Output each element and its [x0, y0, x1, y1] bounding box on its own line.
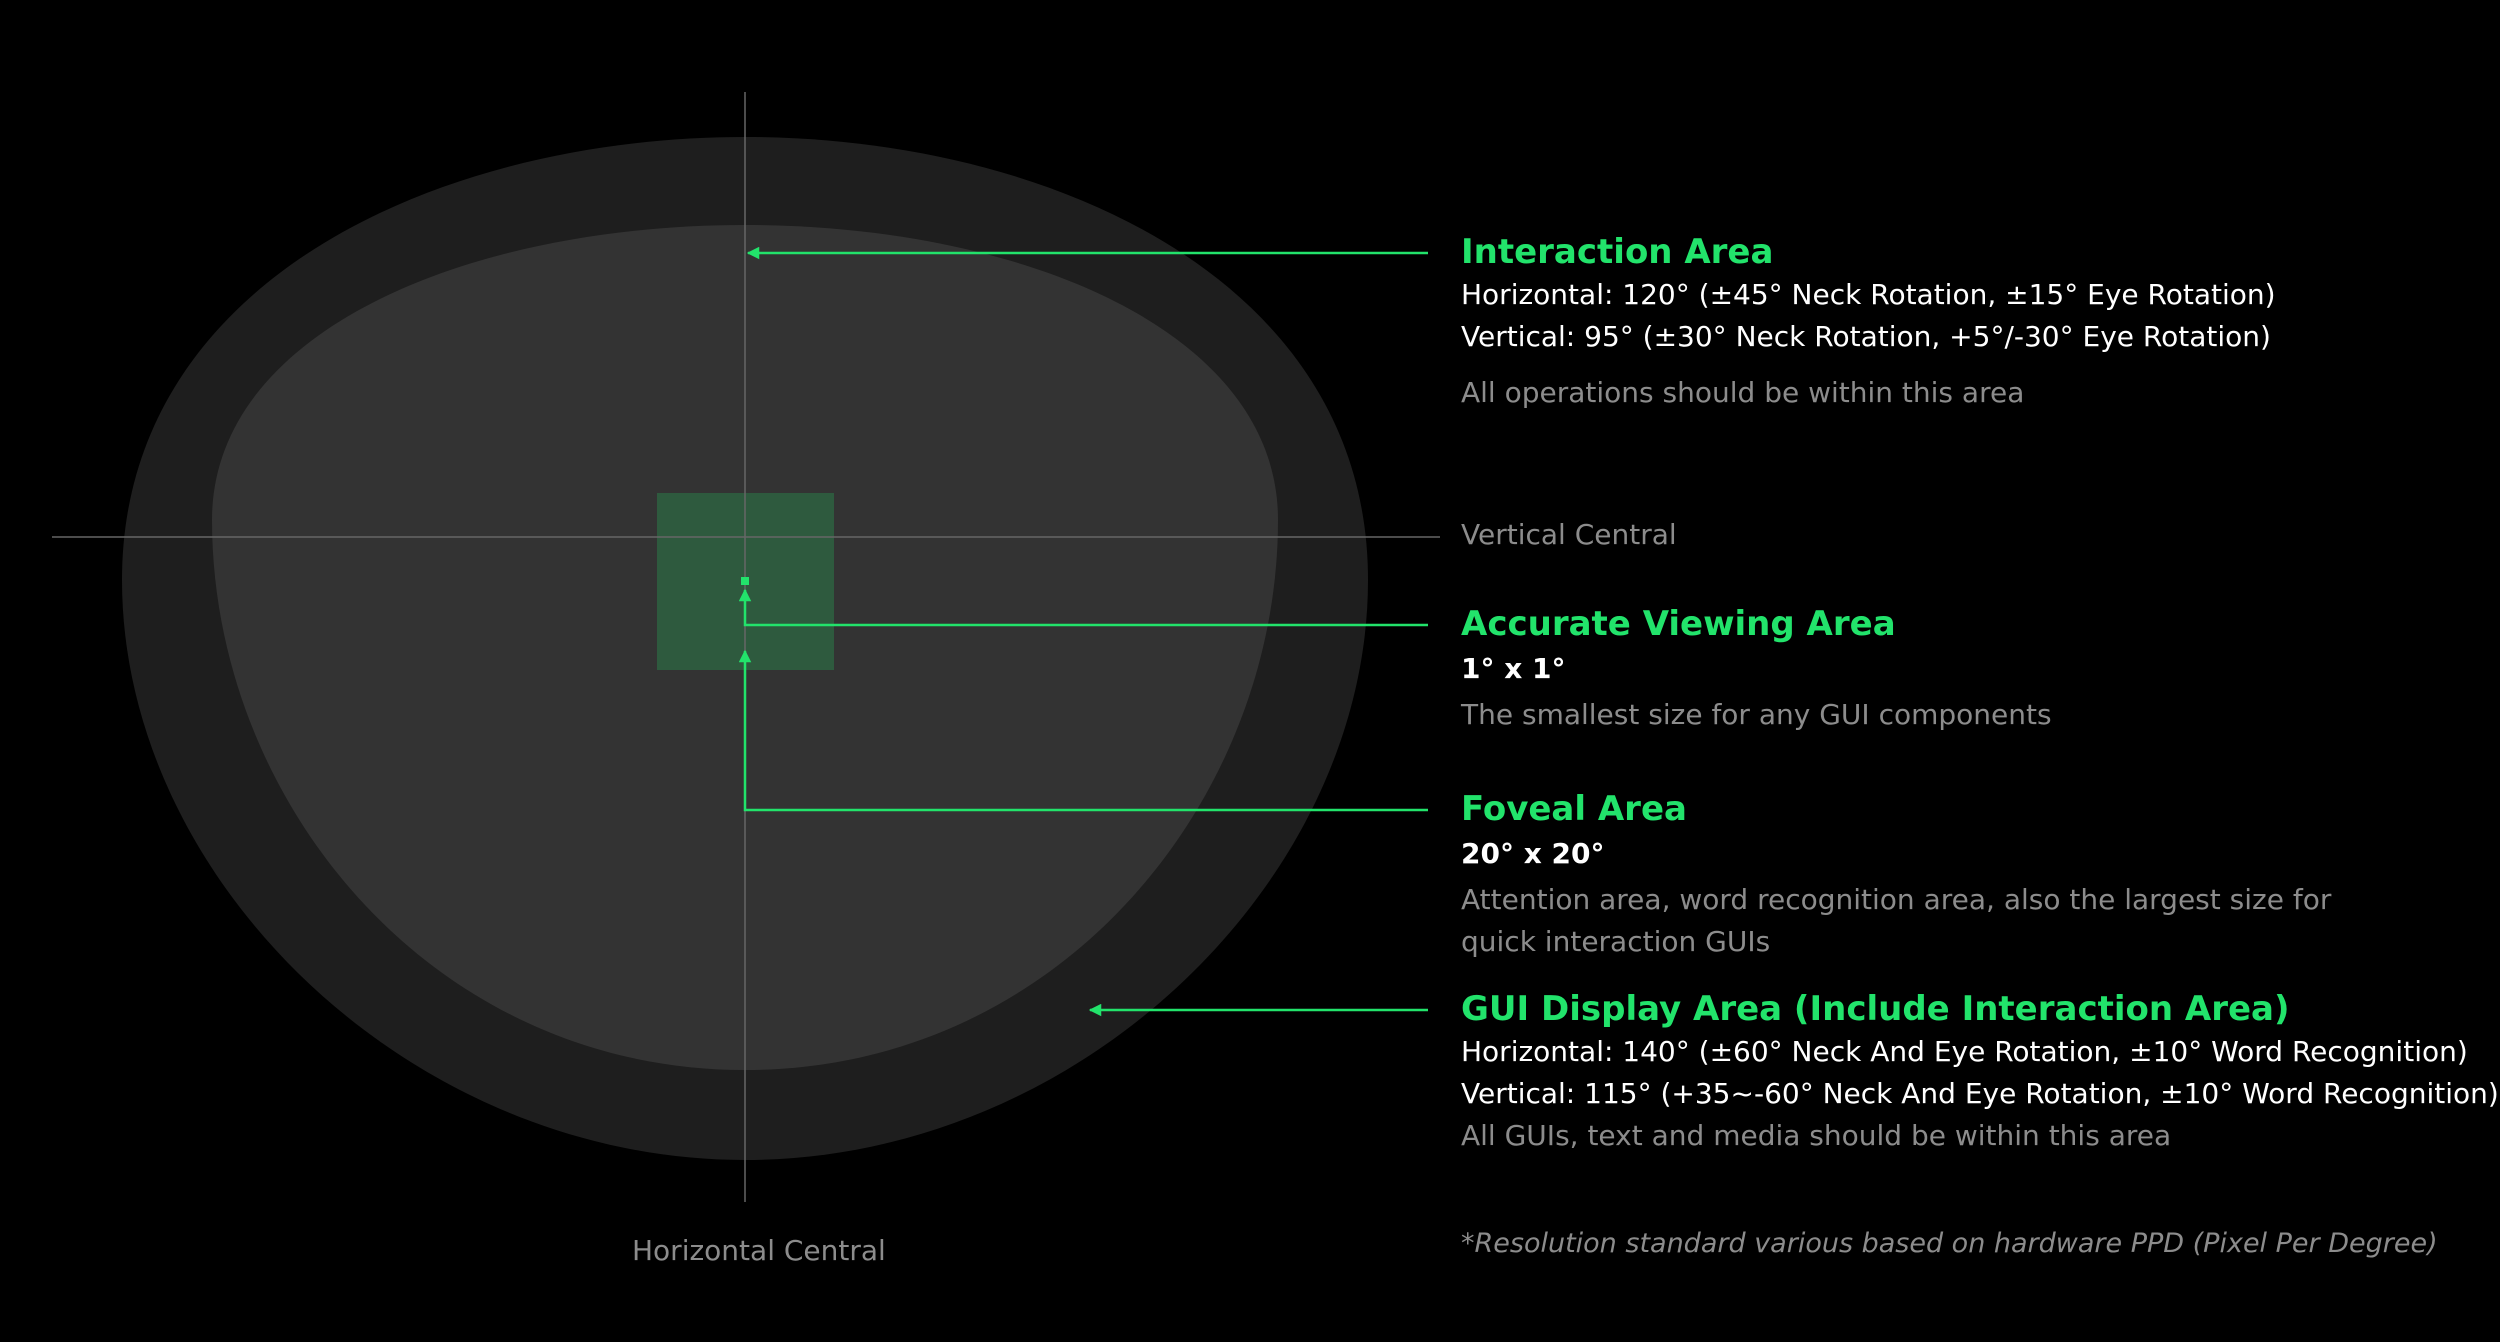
- foveal-area-title: Foveal Area: [1461, 789, 1687, 829]
- interaction-area-vertical-spec: Vertical: 95° (±30° Neck Rotation, +5°/-…: [1461, 320, 2271, 353]
- horizontal-central-label: Horizontal Central: [632, 1234, 886, 1267]
- accurate-viewing-area-spec: 1° x 1°: [1461, 652, 1566, 685]
- accurate-viewing-point: [741, 577, 749, 585]
- interaction-area-horizontal-spec: Horizontal: 120° (±45° Neck Rotation, ±1…: [1461, 278, 2276, 311]
- gui-display-area-description: All GUIs, text and media should be withi…: [1461, 1119, 2172, 1152]
- gui-display-area-vertical-spec: Vertical: 115° (+35~-60° Neck And Eye Ro…: [1461, 1077, 2499, 1110]
- accurate-viewing-area-description: The smallest size for any GUI components: [1461, 698, 2052, 731]
- foveal-area-description: Attention area, word recognition area, a…: [1461, 883, 2332, 958]
- gui-display-area-horizontal-spec: Horizontal: 140° (±60° Neck And Eye Rota…: [1461, 1035, 2468, 1068]
- vertical-central-label: Vertical Central: [1461, 518, 1677, 551]
- foveal-area-info: Foveal Area 20° x 20° Attention area, wo…: [1461, 789, 2381, 963]
- accurate-viewing-area-title: Accurate Viewing Area: [1461, 604, 1896, 644]
- interaction-area-description: All operations should be within this are…: [1461, 376, 2025, 409]
- interaction-area-info: Interaction Area Horizontal: 120° (±45° …: [1461, 232, 2276, 414]
- gui-display-area-title: GUI Display Area (Include Interaction Ar…: [1461, 989, 2290, 1029]
- foveal-area-spec: 20° x 20°: [1461, 837, 1605, 870]
- footnote: *Resolution standard various based on ha…: [1461, 1228, 2438, 1259]
- accurate-viewing-area-info: Accurate Viewing Area 1° x 1° The smalle…: [1461, 604, 2052, 736]
- interaction-area-title: Interaction Area: [1461, 232, 1774, 272]
- gui-display-area-info: GUI Display Area (Include Interaction Ar…: [1461, 989, 2499, 1157]
